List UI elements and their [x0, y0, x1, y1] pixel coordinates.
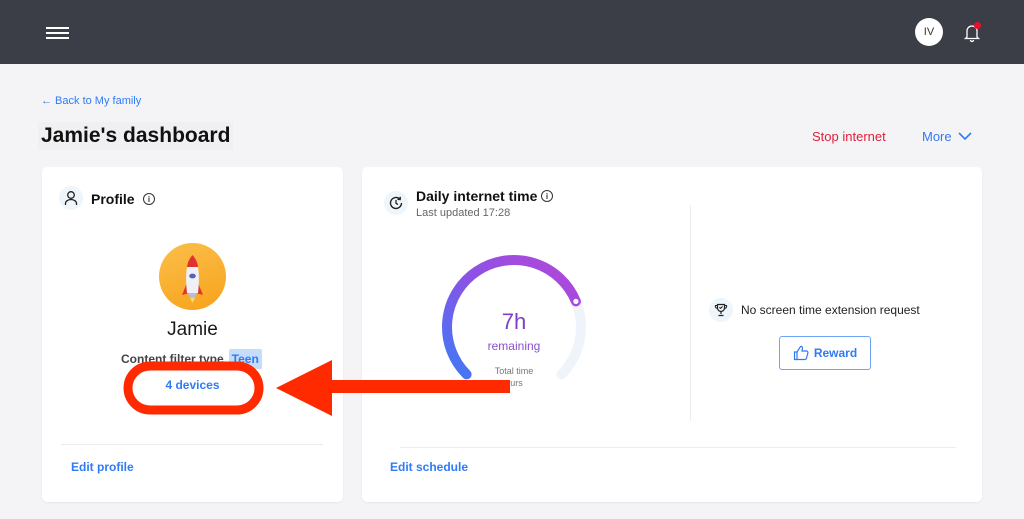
extension-request-text: No screen time extension request	[741, 303, 920, 317]
extension-request-row: No screen time extension request	[709, 298, 920, 322]
profile-divider	[61, 444, 323, 445]
more-label: More	[922, 129, 952, 144]
profile-card: Profile i Jamie Content filter type Teen…	[42, 167, 343, 502]
profile-title: Profile	[91, 191, 135, 207]
card-vertical-divider	[690, 205, 691, 421]
total-time-label: Total time	[494, 366, 534, 376]
reward-button[interactable]: Reward	[779, 336, 871, 370]
remaining-time-value: 7h	[501, 309, 527, 334]
daily-time-title: Daily internet time	[416, 188, 538, 204]
daily-internet-time-card: Daily internet time i Last updated 17:28…	[362, 167, 982, 502]
content-filter-badge[interactable]: Teen	[228, 349, 262, 369]
time-card-divider	[400, 447, 956, 448]
daily-time-info-icon[interactable]: i	[541, 190, 553, 202]
stop-internet-button[interactable]: Stop internet	[812, 129, 886, 144]
user-avatar[interactable]: IV	[915, 18, 943, 46]
thumbs-up-icon	[793, 345, 809, 361]
total-time-value: ours	[505, 378, 523, 388]
profile-info-icon[interactable]: i	[143, 193, 155, 205]
edit-schedule-link[interactable]: Edit schedule	[390, 460, 468, 474]
back-to-family-link[interactable]: ← Back to My family	[41, 95, 141, 107]
more-dropdown[interactable]: More	[922, 129, 972, 144]
trophy-icon	[709, 298, 733, 322]
gauge-knob	[573, 298, 579, 304]
last-updated: Last updated 17:28	[416, 207, 511, 219]
user-icon	[59, 186, 83, 210]
reward-button-label: Reward	[813, 346, 858, 360]
devices-link[interactable]: 4 devices	[42, 378, 343, 392]
content-filter-label: Content filter type	[121, 352, 224, 366]
child-avatar	[159, 243, 226, 310]
top-bar: IV	[0, 0, 1024, 64]
chevron-down-icon	[958, 132, 972, 141]
page-title: Jamie's dashboard	[38, 122, 234, 150]
child-name: Jamie	[167, 319, 218, 340]
notifications-bell-icon[interactable]	[962, 22, 982, 44]
notification-dot	[974, 22, 981, 29]
hamburger-menu-icon[interactable]	[46, 27, 69, 39]
remaining-time-label: remaining	[487, 339, 541, 353]
rocket-icon	[182, 255, 203, 303]
remaining-time-gauge: 7h remaining Total time ours	[434, 252, 594, 402]
edit-profile-link[interactable]: Edit profile	[71, 460, 134, 474]
clock-refresh-icon	[384, 191, 408, 215]
content-filter-row: Content filter type Teen	[121, 349, 262, 369]
